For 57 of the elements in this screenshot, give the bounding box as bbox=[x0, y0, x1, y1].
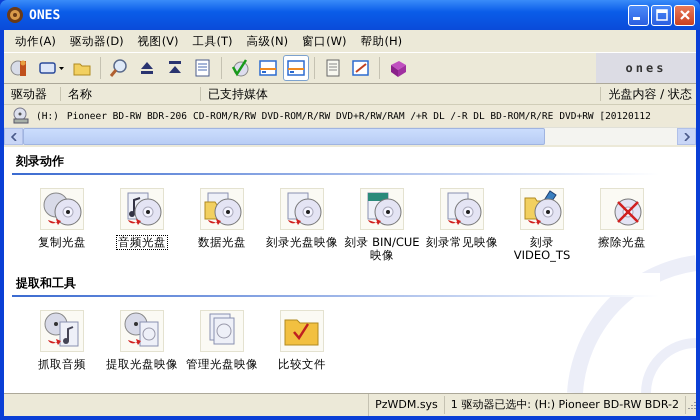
search-icon bbox=[109, 58, 129, 78]
action-label[interactable]: 刻录 VIDEO_TS bbox=[502, 235, 582, 263]
column-header[interactable]: 光盘内容 / 状态 bbox=[601, 87, 696, 101]
menu-item[interactable]: 窗口(W) bbox=[295, 34, 354, 48]
disc-document-icon bbox=[120, 310, 164, 352]
minimize-icon bbox=[633, 17, 640, 20]
drive-letter: (H:) bbox=[36, 110, 59, 122]
scrollbar-thumb[interactable] bbox=[23, 128, 545, 145]
brand-logo: ones bbox=[626, 61, 666, 75]
disc-status: DVD+RW [20120112 bbox=[559, 110, 651, 122]
action-label[interactable]: 刻录常见映像 bbox=[424, 235, 500, 250]
caret-icon bbox=[59, 66, 64, 70]
status-text: 1 驱动器已选中: (H:) Pioneer BD-RW BDR-2 bbox=[444, 396, 686, 414]
app-logo-icon bbox=[6, 6, 24, 24]
folder-check-icon bbox=[280, 310, 324, 352]
menu-item[interactable]: 动作(A) bbox=[8, 34, 63, 48]
menu-item[interactable]: 视图(V) bbox=[130, 34, 186, 48]
minimize-button[interactable] bbox=[628, 4, 649, 26]
status-text: PzWDM.sys bbox=[369, 396, 445, 414]
drive-name: Pioneer BD-RW BDR-206 bbox=[66, 110, 187, 122]
action-label[interactable]: 比较文件 bbox=[276, 357, 328, 372]
column-header[interactable]: 驱动器 bbox=[4, 87, 61, 101]
action-label[interactable]: 管理光盘映像 bbox=[184, 357, 260, 372]
window-title: ONES bbox=[29, 8, 62, 22]
supported-media: CD-ROM/R/RW DVD-ROM/R/RW DVD+R/RW/RAM /+R DL /-R DL BD-ROM/R/RE bbox=[193, 110, 554, 122]
menu-item[interactable]: 高级(N) bbox=[240, 34, 296, 48]
action-label[interactable]: 音频光盘 bbox=[116, 235, 168, 250]
maximize-icon bbox=[656, 9, 668, 21]
documents-icon bbox=[200, 310, 244, 352]
section-heading: 提取和工具 bbox=[12, 273, 660, 297]
toolbar-button[interactable] bbox=[283, 55, 309, 81]
disc-music-icon bbox=[40, 310, 84, 352]
column-header[interactable]: 已支持媒体 bbox=[201, 87, 602, 101]
action-label[interactable]: 擦除光盘 bbox=[596, 235, 648, 250]
close-button[interactable] bbox=[674, 4, 695, 26]
drive-row[interactable]: (H:) Pioneer BD-RW BDR-206 CD-ROM/R/RW DVD-ROM/R/RW DVD+R/RW/RAM /+R DL /-R DL BD-ROM/R/RE DVD+RW [20120112 bbox=[4, 105, 696, 127]
scroll-left-button[interactable] bbox=[4, 128, 23, 145]
disc-check-icon bbox=[230, 58, 250, 78]
panel-icon bbox=[286, 58, 306, 78]
resize-grip-icon bbox=[686, 400, 696, 410]
edit-icon bbox=[351, 58, 371, 78]
close-icon bbox=[678, 9, 690, 21]
scroll-right-button[interactable] bbox=[677, 128, 696, 145]
horizontal-scrollbar[interactable] bbox=[4, 127, 696, 145]
menu-item[interactable]: 工具(T) bbox=[186, 34, 240, 48]
action-label[interactable]: 提取光盘映像 bbox=[104, 357, 180, 372]
column-header[interactable]: 名称 bbox=[61, 87, 201, 101]
menu-item[interactable]: 驱动器(D) bbox=[62, 34, 131, 48]
action-label[interactable]: 数据光盘 bbox=[196, 235, 248, 250]
maximize-button[interactable] bbox=[651, 4, 672, 26]
menu-item[interactable]: 帮助(H) bbox=[353, 34, 410, 48]
action-label[interactable]: 抓取音频 bbox=[36, 357, 88, 372]
action-label[interactable]: 复制光盘 bbox=[36, 235, 88, 250]
panel-icon bbox=[258, 58, 278, 78]
action-label[interactable]: 刻录光盘映像 bbox=[264, 235, 340, 250]
disc-drive-icon bbox=[12, 107, 30, 125]
action-label[interactable]: 刻录 BIN/CUE 映像 bbox=[342, 235, 422, 263]
